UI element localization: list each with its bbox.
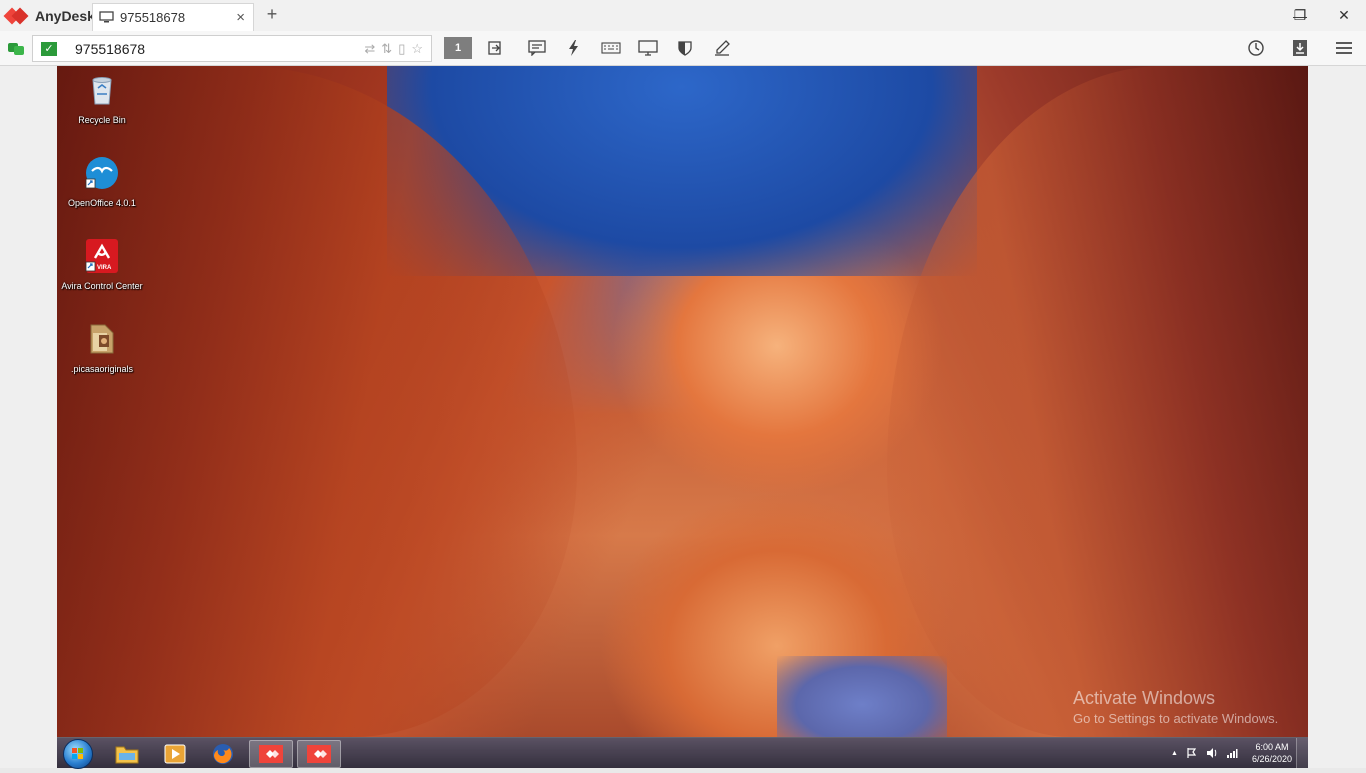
desktop-icon-openoffice[interactable]: OpenOffice 4.0.1 — [59, 155, 145, 209]
tab-label: 975518678 — [120, 10, 186, 25]
tab-session[interactable]: 975518678 × — [92, 3, 254, 31]
desktop-icon-label: Recycle Bin — [78, 115, 126, 125]
app-name: AnyDesk — [35, 8, 95, 24]
close-button[interactable]: ✕ — [1322, 0, 1366, 31]
monitor-select-button[interactable]: 1 — [444, 37, 472, 59]
favorite-star-icon[interactable]: ☆ — [411, 41, 423, 57]
actions-lightning-icon[interactable] — [560, 36, 588, 60]
anydesk-icon — [307, 745, 331, 763]
monitor-icon — [99, 11, 114, 23]
verified-icon: ✓ — [41, 41, 57, 56]
desktop-icon-avira[interactable]: VIRA Avira Control Center — [59, 238, 145, 292]
folder-icon — [90, 324, 114, 354]
watermark-subtitle: Go to Settings to activate Windows. — [1073, 711, 1279, 726]
network-icon[interactable] — [1226, 747, 1238, 759]
clock-time: 6:00 AM — [1255, 742, 1289, 752]
desktop-icon-label: Avira Control Center — [61, 281, 143, 291]
remote-desktop[interactable]: Recycle Bin OpenOffice 4.0.1 VIRA Avira … — [57, 66, 1308, 737]
windows-logo-icon — [72, 748, 83, 759]
install-icon[interactable] — [1286, 36, 1314, 60]
taskbar-anydesk-1[interactable] — [249, 740, 293, 768]
title-bar: AnyDesk 975518678 × + — — [0, 0, 1366, 31]
clock-date: 6/26/2020 — [1251, 754, 1292, 764]
chat-icon[interactable] — [523, 36, 551, 60]
action-center-flag-icon[interactable] — [1186, 747, 1198, 759]
tab-close-button[interactable]: × — [236, 9, 245, 26]
svg-text:VIRA: VIRA — [97, 265, 112, 271]
remote-viewport[interactable]: Recycle Bin OpenOffice 4.0.1 VIRA Avira … — [0, 66, 1366, 769]
desktop-icon-recycle-bin[interactable]: Recycle Bin — [59, 72, 145, 126]
taskbar-file-explorer[interactable] — [105, 740, 149, 768]
openoffice-icon — [85, 157, 118, 189]
volume-icon[interactable] — [1206, 747, 1218, 759]
display-icon[interactable] — [634, 36, 662, 60]
whiteboard-pen-icon[interactable] — [708, 36, 736, 60]
anydesk-logo: AnyDesk — [3, 6, 95, 26]
taskbar-anydesk-2[interactable] — [297, 740, 341, 768]
tray-expand-icon[interactable]: ▲ — [1171, 750, 1178, 757]
keyboard-icon[interactable] — [597, 36, 625, 60]
history-icon[interactable] — [1242, 36, 1270, 60]
desktop-icon-picasaoriginals[interactable]: .picasaoriginals — [59, 321, 145, 375]
media-player-icon — [164, 744, 186, 764]
session-toolbar: ✓ 975518678 ⇄ ⇅ ▯ ☆ 1 — [0, 31, 1366, 66]
start-button[interactable] — [63, 739, 93, 769]
connection-status-icon — [8, 43, 24, 55]
menu-icon[interactable] — [1330, 36, 1358, 60]
desktop-icon-label: OpenOffice 4.0.1 — [68, 198, 136, 208]
restore-button[interactable]: ❐ — [1278, 0, 1322, 31]
device-icon[interactable]: ▯ — [398, 41, 405, 57]
recycle-bin-icon — [92, 77, 112, 105]
desktop-icon-label: .picasaoriginals — [70, 364, 134, 374]
file-explorer-icon — [115, 746, 139, 764]
address-bar[interactable]: ✓ 975518678 ⇄ ⇅ ▯ ☆ — [32, 35, 432, 62]
new-tab-button[interactable]: + — [262, 4, 282, 25]
taskbar-media-player[interactable] — [153, 740, 197, 768]
wallpaper-reflection — [777, 656, 947, 737]
file-transfer-icon[interactable]: ⇅ — [381, 41, 392, 57]
taskbar-clock[interactable]: 6:00 AM 6/26/2020 — [1252, 741, 1292, 765]
address-value: 975518678 — [75, 40, 146, 57]
show-desktop-button[interactable] — [1296, 738, 1308, 769]
permissions-shield-icon[interactable] — [671, 36, 699, 60]
switch-sides-icon[interactable] — [481, 36, 509, 60]
system-tray: ▲ 6:00 AM 6/26/2020 — [1171, 741, 1292, 765]
address-actions: ⇄ ⇅ ▯ ☆ — [364, 41, 423, 57]
firefox-icon — [213, 744, 233, 764]
anydesk-icon — [259, 745, 283, 763]
watermark-title: Activate Windows — [1073, 688, 1216, 708]
activation-watermark: Activate Windows Go to Settings to activ… — [1073, 688, 1278, 726]
avira-icon: VIRA — [85, 239, 118, 273]
windows-taskbar: ▲ 6:00 AM 6/26/2020 — [57, 737, 1308, 769]
taskbar-firefox[interactable] — [201, 740, 245, 768]
anydesk-logo-icon — [3, 7, 30, 25]
connect-icon[interactable]: ⇄ — [364, 41, 375, 57]
